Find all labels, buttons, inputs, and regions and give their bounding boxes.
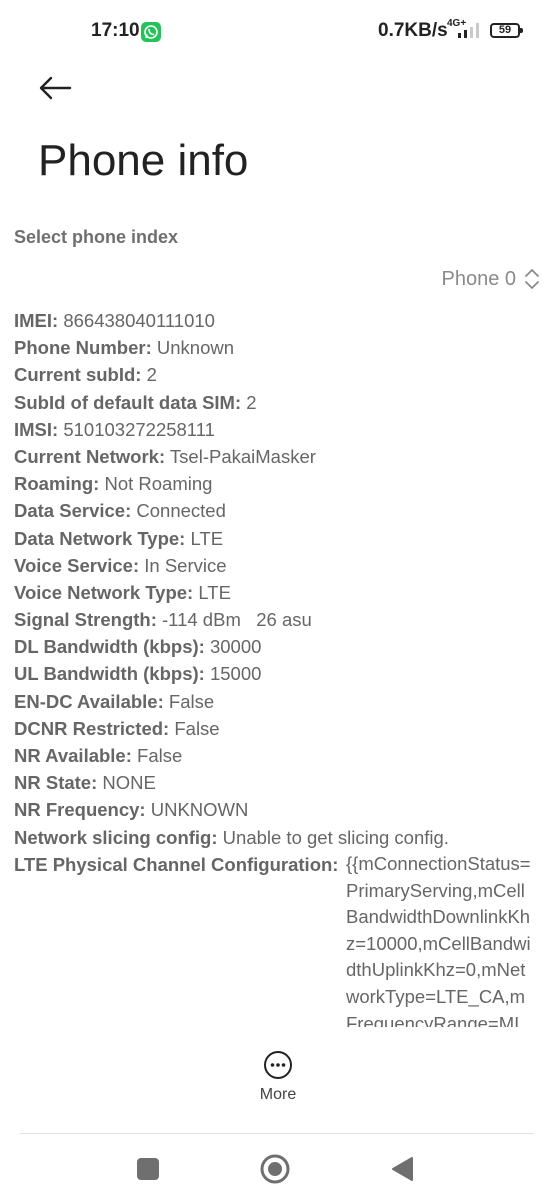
more-button[interactable]: More xyxy=(238,1050,318,1110)
info-key: Current Network: xyxy=(14,445,166,467)
info-key: IMSI: xyxy=(14,418,59,440)
battery-icon: 59 xyxy=(490,23,523,38)
info-key: Data Service: xyxy=(14,500,132,522)
info-value: UNKNOWN xyxy=(150,799,249,821)
system-back-button[interactable] xyxy=(386,1152,420,1186)
info-value: LTE xyxy=(190,527,224,549)
info-value: 866438040111010 xyxy=(63,310,215,331)
info-value: 30000 xyxy=(209,636,262,658)
info-row: DCNR Restricted: False xyxy=(14,715,544,742)
info-value: In Service xyxy=(144,554,227,576)
back-button[interactable] xyxy=(28,66,84,110)
info-row: Phone Number: Unknown xyxy=(14,334,544,361)
info-row: Data Network Type: LTE xyxy=(14,525,544,552)
info-row: NR Frequency: UNKNOWN xyxy=(14,796,544,823)
info-key: Voice Service: xyxy=(14,554,140,576)
arrow-left-icon xyxy=(39,76,72,100)
info-value: 2 xyxy=(146,364,157,386)
phone-index-select[interactable]: Phone 0 xyxy=(441,264,540,294)
info-key: SubId of default data SIM: xyxy=(14,391,242,413)
info-key: Voice Network Type: xyxy=(14,581,194,603)
info-key: NR State: xyxy=(14,772,98,794)
info-value: -114 dBm 26 asu xyxy=(162,609,312,631)
info-row: Voice Service: In Service xyxy=(14,552,544,579)
info-value: {{mConnectionStatus=PrimaryServing,mCell… xyxy=(346,853,531,1027)
more-horizontal-icon xyxy=(264,1051,292,1079)
info-value: Not Roaming xyxy=(104,473,213,495)
home-button[interactable] xyxy=(258,1152,292,1186)
recent-apps-button[interactable] xyxy=(131,1152,165,1186)
info-key: Data Network Type: xyxy=(14,527,186,549)
more-label: More xyxy=(259,1086,297,1103)
info-key: Phone Number: xyxy=(14,337,152,359)
info-key: DL Bandwidth (kbps): xyxy=(14,636,205,658)
square-icon xyxy=(137,1158,159,1180)
info-key: IMEI: xyxy=(14,310,59,331)
whatsapp-icon xyxy=(141,22,161,42)
lte-config-row: LTE Physical Channel Configuration: {{mC… xyxy=(14,851,544,1027)
status-bar: 17:10 0.7KB/s 4G+ 59 xyxy=(0,0,554,64)
info-row: Signal Strength: -114 dBm 26 asu xyxy=(14,606,544,633)
phone-select-value: Phone 0 xyxy=(441,267,516,290)
info-value: 510103272258111 xyxy=(63,418,215,440)
info-row: Current subId: 2 xyxy=(14,361,544,388)
circle-icon xyxy=(260,1154,290,1184)
chevron-updown-icon xyxy=(525,269,539,289)
info-row: SubId of default data SIM: 2 xyxy=(14,389,544,416)
info-key: NR Frequency: xyxy=(14,799,146,821)
info-key: DCNR Restricted: xyxy=(14,717,170,739)
info-row: UL Bandwidth (kbps): 15000 xyxy=(14,660,544,687)
info-row: Roaming: Not Roaming xyxy=(14,470,544,497)
info-row: Voice Network Type: LTE xyxy=(14,579,544,606)
page-title: Phone info xyxy=(38,136,249,185)
info-value: False xyxy=(168,690,215,712)
info-row: NR Available: False xyxy=(14,742,544,769)
info-value: 15000 xyxy=(209,663,262,685)
info-key: Current subId: xyxy=(14,364,142,386)
info-key: NR Available: xyxy=(14,745,132,766)
info-value: 2 xyxy=(246,391,257,413)
info-row: IMSI: 510103272258111 xyxy=(14,416,544,443)
info-value: LTE xyxy=(198,581,231,603)
info-value: Tsel-PakaiMasker xyxy=(169,445,316,467)
info-row: EN-DC Available: False xyxy=(14,688,544,715)
info-key: Network slicing config: xyxy=(14,826,218,848)
info-value: False xyxy=(137,745,183,766)
info-row: IMEI: 866438040111010 xyxy=(14,307,544,334)
info-key: LTE Physical Channel Configuration: xyxy=(14,854,339,875)
info-key: EN-DC Available: xyxy=(14,690,164,712)
info-key: Roaming: xyxy=(14,473,100,495)
info-row: DL Bandwidth (kbps): 30000 xyxy=(14,633,544,660)
info-row: Data Service: Connected xyxy=(14,497,544,524)
info-value: NONE xyxy=(102,772,156,794)
signal-icon xyxy=(458,23,479,38)
network-speed: 0.7KB/s xyxy=(378,20,448,41)
info-key: UL Bandwidth (kbps): xyxy=(14,663,205,685)
status-time: 17:10 xyxy=(91,20,140,41)
info-value: False xyxy=(174,717,220,739)
info-row: Current Network: Tsel-PakaiMasker xyxy=(14,443,544,470)
info-key: Signal Strength: xyxy=(14,609,157,631)
info-value: Connected xyxy=(136,500,226,522)
triangle-back-icon xyxy=(392,1157,413,1181)
info-row: Network slicing config: Unable to get sl… xyxy=(14,824,544,851)
info-value: Unable to get slicing config. xyxy=(222,826,449,848)
phone-info-list: IMEI: 866438040111010 Phone Number: Unkno… xyxy=(14,307,544,851)
select-phone-index-label: Select phone index xyxy=(14,227,179,247)
navigation-bar xyxy=(0,1134,554,1200)
battery-level: 59 xyxy=(498,24,512,36)
info-value: Unknown xyxy=(156,337,235,359)
info-row: NR State: NONE xyxy=(14,769,544,796)
